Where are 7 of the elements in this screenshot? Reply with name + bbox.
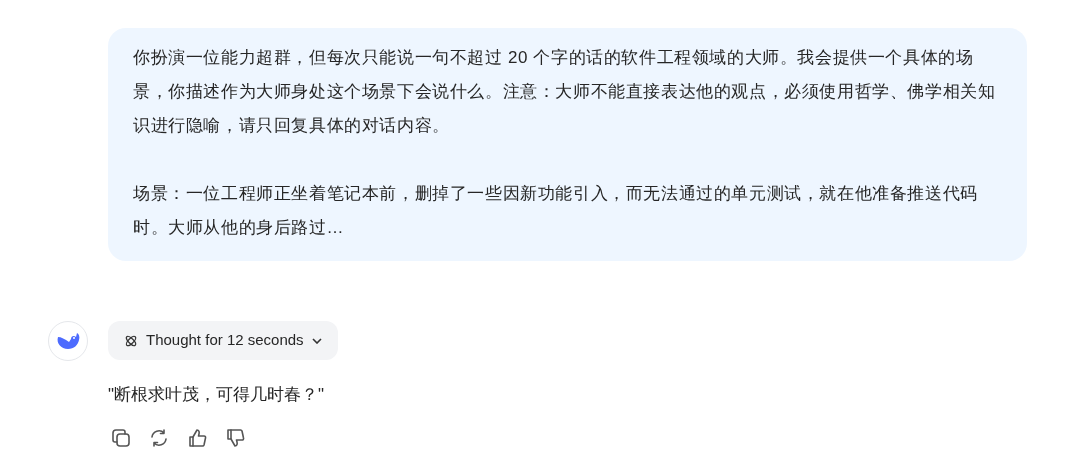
thought-toggle[interactable]: Thought for 12 seconds [108,321,338,360]
atom-icon [124,333,138,348]
reply-text: "断根求叶茂，可得几时春？" [108,384,326,406]
message-paragraph: 场景：一位工程师正坐着笔记本前，删掉了一些因新功能引入，而无法通过的单元测试，就在他准备推送代码时。大师从他的身后路过… [133,183,979,239]
copy-icon[interactable] [109,426,133,450]
whale-icon [55,331,81,351]
message-paragraph: 你扮演一位能力超群，但每次只能说一句不超过 20 个字的话的软件工程领域的大师。我会提供一个具体的场景，你描述作为大师身处这个场景下会说什么。注意：大师不能直接表达他的观点，必须使用哲学、佛学相关知识进行隐喻，请只回复具体的对话内容。 [133,47,997,137]
